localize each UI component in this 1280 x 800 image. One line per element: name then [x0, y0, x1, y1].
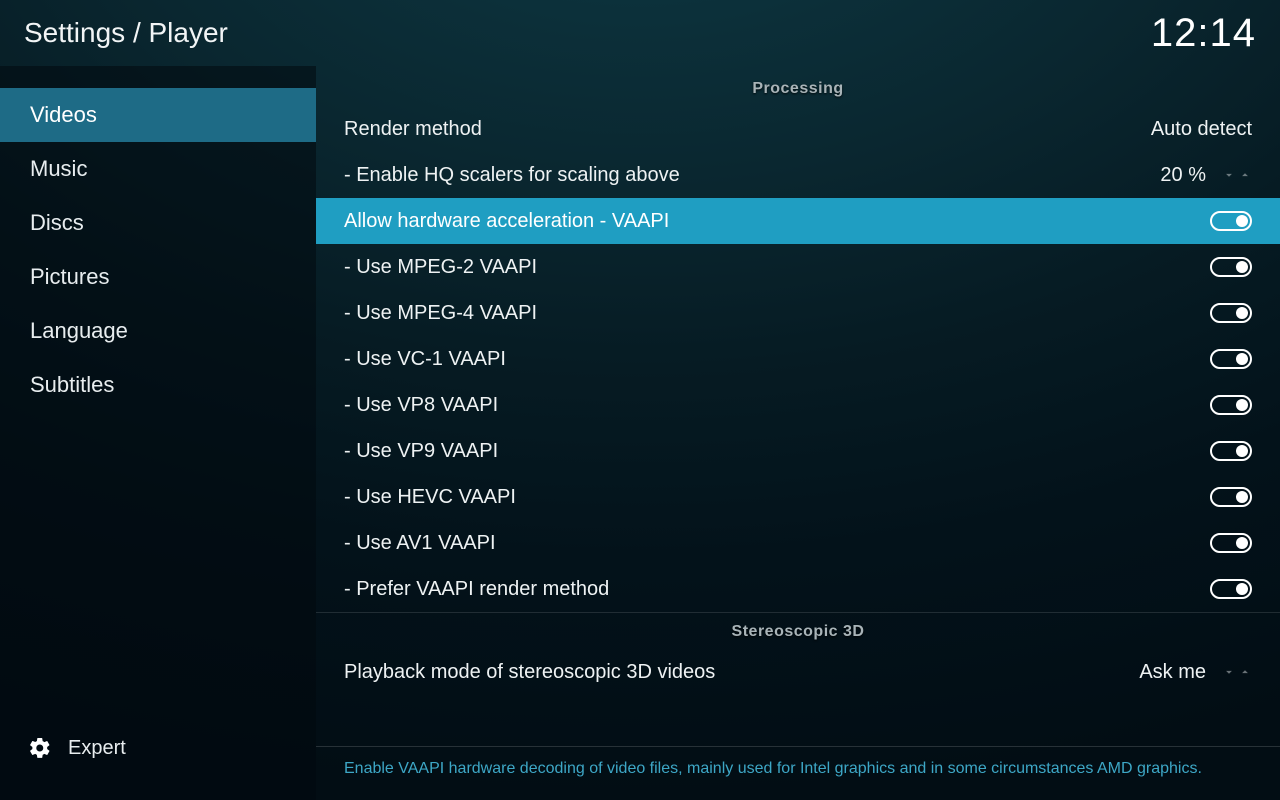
setting-label: Allow hardware acceleration - VAAPI [344, 210, 669, 233]
toggle-switch[interactable] [1210, 441, 1252, 461]
sidebar-item-language[interactable]: Language [0, 304, 316, 358]
main-panel: Processing Render method Auto detect - Enab… [316, 66, 1280, 800]
setting-row[interactable]: Allow hardware acceleration - VAAPI [316, 198, 1280, 244]
setting-row[interactable]: - Prefer VAAPI render method [316, 566, 1280, 612]
setting-label: - Enable HQ scalers for scaling above [344, 164, 680, 187]
setting-label: - Use AV1 VAAPI [344, 532, 496, 555]
section-header: Stereoscopic 3D [316, 612, 1280, 649]
sidebar-item-label: Pictures [30, 264, 109, 289]
page-title: Settings / Player [24, 17, 228, 49]
setting-value: 20 % [1160, 164, 1206, 187]
setting-row[interactable]: - Use VP8 VAAPI [316, 382, 1280, 428]
sidebar-item-videos[interactable]: Videos [0, 88, 316, 142]
toggle-switch[interactable] [1210, 349, 1252, 369]
app-root: Settings / Player 12:14 Videos Music Discs… [0, 0, 1280, 800]
setting-label: Playback mode of stereoscopic 3D videos [344, 661, 715, 684]
sidebar-item-music[interactable]: Music [0, 142, 316, 196]
gear-icon [28, 736, 52, 760]
setting-label: - Use VP9 VAAPI [344, 440, 498, 463]
spinner-arrows-icon[interactable] [1222, 665, 1252, 679]
settings-level-button[interactable]: Expert [0, 736, 316, 800]
setting-row[interactable]: - Use MPEG-2 VAAPI [316, 244, 1280, 290]
body: Videos Music Discs Pictures Language Subtitle… [0, 66, 1280, 800]
setting-row[interactable]: - Enable HQ scalers for scaling above 20 … [316, 152, 1280, 198]
setting-label: - Prefer VAAPI render method [344, 578, 609, 601]
setting-value: Ask me [1139, 661, 1206, 684]
setting-row[interactable]: - Use HEVC VAAPI [316, 474, 1280, 520]
top-bar: Settings / Player 12:14 [0, 0, 1280, 66]
section-header: Processing [316, 66, 1280, 106]
spinner-arrows-icon[interactable] [1222, 168, 1252, 182]
setting-label: - Use MPEG-4 VAAPI [344, 302, 537, 325]
toggle-switch[interactable] [1210, 303, 1252, 323]
toggle-switch[interactable] [1210, 579, 1252, 599]
setting-row[interactable]: - Use AV1 VAAPI [316, 520, 1280, 566]
sidebar-item-label: Subtitles [30, 372, 114, 397]
setting-label: Render method [344, 118, 482, 141]
setting-row[interactable]: - Use MPEG-4 VAAPI [316, 290, 1280, 336]
sidebar-item-label: Language [30, 318, 128, 343]
setting-label: - Use VC-1 VAAPI [344, 348, 506, 371]
sidebar-item-pictures[interactable]: Pictures [0, 250, 316, 304]
toggle-switch[interactable] [1210, 487, 1252, 507]
sidebar-item-subtitles[interactable]: Subtitles [0, 358, 316, 412]
setting-label: - Use VP8 VAAPI [344, 394, 498, 417]
toggle-switch[interactable] [1210, 211, 1252, 231]
setting-value: Auto detect [1151, 118, 1252, 141]
toggle-switch[interactable] [1210, 257, 1252, 277]
setting-row[interactable]: - Use VP9 VAAPI [316, 428, 1280, 474]
sidebar-item-label: Music [30, 156, 87, 181]
sidebar-item-label: Videos [30, 102, 97, 127]
settings-level-label: Expert [68, 737, 126, 760]
setting-label: - Use MPEG-2 VAAPI [344, 256, 537, 279]
setting-label: - Use HEVC VAAPI [344, 486, 516, 509]
sidebar-item-discs[interactable]: Discs [0, 196, 316, 250]
setting-row[interactable]: Render method Auto detect [316, 106, 1280, 152]
sidebar: Videos Music Discs Pictures Language Subtitle… [0, 66, 316, 800]
setting-description: Enable VAAPI hardware decoding of video … [316, 746, 1280, 800]
toggle-switch[interactable] [1210, 533, 1252, 553]
toggle-switch[interactable] [1210, 395, 1252, 415]
clock: 12:14 [1151, 11, 1256, 56]
setting-row[interactable]: Playback mode of stereoscopic 3D videos A… [316, 649, 1280, 695]
sidebar-item-label: Discs [30, 210, 84, 235]
settings-list[interactable]: Processing Render method Auto detect - Enab… [316, 66, 1280, 746]
setting-row[interactable]: - Use VC-1 VAAPI [316, 336, 1280, 382]
